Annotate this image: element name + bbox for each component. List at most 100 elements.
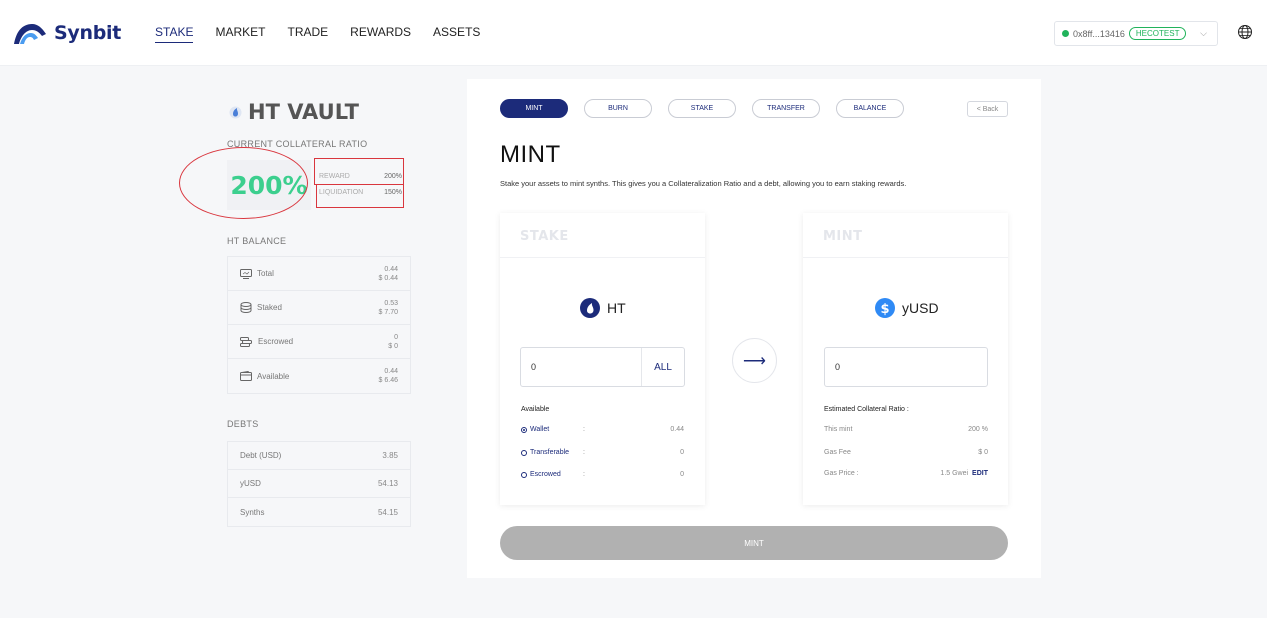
source-colon: : — [583, 471, 585, 478]
radio-selected-icon — [521, 426, 527, 433]
debt-row: yUSD 54.13 — [228, 470, 410, 498]
connection-status-dot — [1062, 30, 1069, 37]
balance-row-escrowed: Escrowed 0 $ 0 — [228, 325, 410, 359]
stake-card: STAKE HT 0 ALL Available Wallet : 0.44 T… — [500, 213, 705, 505]
gas-price-row: Gas Price : 1.5 Gwei EDIT — [824, 470, 988, 477]
main-nav: STAKE MARKET TRADE REWARDS ASSETS — [155, 25, 480, 43]
globe-icon[interactable] — [1237, 24, 1253, 40]
gas-price-label: Gas Price : — [824, 470, 859, 477]
balance-row-available: Available 0.44 $ 6.46 — [228, 359, 410, 393]
debts-label: DEBTS — [227, 419, 259, 429]
mint-amount-input[interactable]: 0 — [824, 347, 988, 387]
mint-input-value: 0 — [835, 362, 841, 372]
balance-amount: 0.44 — [384, 368, 398, 375]
balance-amount: 0.44 — [384, 265, 398, 273]
nav-rewards[interactable]: REWARDS — [350, 25, 411, 43]
balance-usd: $ 7.70 — [378, 308, 398, 316]
synbit-logo-icon — [14, 24, 46, 44]
ht-balance-label: HT BALANCE — [227, 236, 287, 246]
debt-label: yUSD — [240, 479, 261, 488]
source-colon: : — [583, 449, 585, 456]
balance-list: Total 0.44 $ 0.44 Staked 0.53 $ 7.70 Escro… — [227, 256, 411, 394]
source-label: Transferable — [530, 449, 570, 456]
wallet-selector[interactable]: 0x8ff...13416 HECOTEST ⌵ — [1054, 21, 1218, 46]
back-button[interactable]: < Back — [967, 101, 1008, 117]
tab-mint[interactable]: MINT — [500, 99, 568, 118]
stake-asset-name: HT — [607, 300, 626, 316]
annotation-box-liquidation — [316, 184, 404, 208]
estimated-ratio-label: Estimated Collateral Ratio : — [824, 406, 909, 413]
vault-title-text: HT VAULT — [248, 100, 359, 124]
gas-price-value: 1.5 Gwei — [940, 470, 969, 477]
mint-panel: MINT BURN STAKE TRANSFER BALANCE < Back … — [467, 79, 1041, 578]
debt-label: Debt (USD) — [240, 451, 282, 460]
nav-stake[interactable]: STAKE — [155, 25, 194, 43]
database-icon — [240, 302, 252, 313]
mint-asset: $ yUSD — [875, 298, 939, 318]
vault-title: HT VAULT — [229, 100, 359, 124]
mint-card: MINT $ yUSD 0 Estimated Collateral Ratio… — [803, 213, 1008, 505]
tab-burn[interactable]: BURN — [584, 99, 652, 118]
wallet-address: 0x8ff...13416 — [1073, 28, 1125, 39]
annotation-box-reward — [314, 158, 404, 185]
page-description: Stake your assets to mint synths. This g… — [500, 179, 907, 188]
this-mint-value: 200 % — [968, 426, 988, 433]
source-escrowed[interactable]: Escrowed : 0 — [521, 471, 684, 478]
svg-text:$: $ — [880, 302, 889, 317]
mint-card-heading: MINT — [803, 213, 1008, 258]
nav-assets[interactable]: ASSETS — [433, 25, 480, 43]
mint-button[interactable]: MINT — [500, 526, 1008, 560]
tab-balance[interactable]: BALANCE — [836, 99, 904, 118]
tab-transfer[interactable]: TRANSFER — [752, 99, 820, 118]
debt-label: Synths — [240, 507, 265, 517]
all-button[interactable]: ALL — [641, 348, 684, 386]
source-value: 0 — [680, 471, 684, 478]
stake-asset: HT — [580, 298, 626, 318]
source-value: 0 — [680, 449, 684, 456]
mint-asset-name: yUSD — [902, 300, 939, 316]
gas-fee-row: Gas Fee $ 0 — [824, 449, 988, 456]
stake-amount-input[interactable]: 0 ALL — [520, 347, 685, 387]
this-mint-label: This mint — [824, 426, 853, 433]
nav-market[interactable]: MARKET — [215, 25, 265, 43]
balance-usd: $ 6.46 — [378, 377, 398, 384]
debt-value: 54.13 — [377, 479, 398, 488]
gas-fee-label: Gas Fee — [824, 449, 851, 456]
source-transferable[interactable]: Transferable : 0 — [521, 449, 684, 456]
available-label: Available — [521, 406, 550, 413]
debt-row: Synths 54.15 — [228, 498, 410, 526]
edit-gas-button[interactable]: EDIT — [972, 470, 988, 477]
dollar-token-icon: $ — [875, 298, 895, 318]
balance-label: Escrowed — [258, 337, 294, 346]
gas-fee-value: $ 0 — [978, 449, 988, 456]
balance-label: Available — [257, 371, 290, 381]
debts-list: Debt (USD) 3.85 yUSD 54.13 Synths 54.15 — [227, 441, 411, 527]
balance-label: Total — [257, 269, 274, 278]
action-tabs: MINT BURN STAKE TRANSFER BALANCE — [500, 99, 904, 118]
logo[interactable]: Synbit — [12, 20, 121, 46]
balance-label: Staked — [257, 303, 282, 312]
brand-name: Synbit — [54, 22, 121, 44]
network-badge: HECOTEST — [1128, 27, 1187, 40]
source-value: 0.44 — [670, 426, 684, 433]
stake-card-heading: STAKE — [500, 213, 705, 258]
tab-stake[interactable]: STAKE — [668, 99, 736, 118]
annotation-circle — [179, 147, 308, 219]
source-wallet[interactable]: Wallet : 0.44 — [521, 426, 684, 433]
arrow-right-icon: ⟶ — [732, 338, 777, 383]
balance-row-total: Total 0.44 $ 0.44 — [228, 257, 410, 291]
page-title: MINT — [500, 141, 561, 168]
monitor-icon — [240, 268, 252, 279]
debt-value: 3.85 — [382, 451, 398, 460]
balance-amount: 0 — [394, 333, 398, 341]
ht-token-icon — [580, 298, 600, 318]
balance-usd: $ 0 — [388, 342, 398, 350]
balance-row-staked: Staked 0.53 $ 7.70 — [228, 291, 410, 325]
radio-icon — [521, 449, 527, 456]
nav-trade[interactable]: TRADE — [287, 25, 328, 43]
balance-usd: $ 0.44 — [378, 274, 398, 282]
chevron-down-icon: ⌵ — [1200, 28, 1207, 38]
top-bar: Synbit STAKE MARKET TRADE REWARDS ASSETS… — [0, 0, 1267, 66]
source-label: Escrowed — [530, 471, 561, 478]
debt-row: Debt (USD) 3.85 — [228, 442, 410, 470]
